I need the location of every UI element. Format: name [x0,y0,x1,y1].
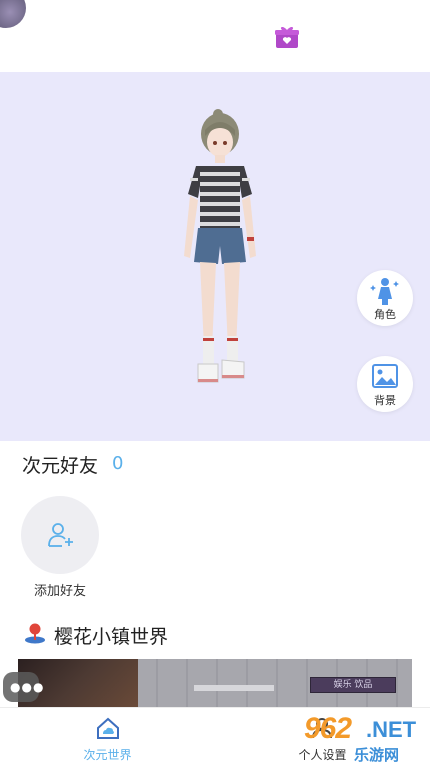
image-icon [372,364,398,388]
add-user-icon [48,523,73,547]
chat-dots: ●●● [10,680,45,694]
background-button[interactable]: 背景 [357,356,413,412]
character-model[interactable] [160,106,280,406]
world-section-title: 樱花小镇世界 [54,626,169,648]
friends-section-title: 次元好友 [22,455,99,477]
top-bar [0,0,430,72]
tab-dimension-world-label: 次元世界 [83,748,132,762]
character-button-label: 角色 [374,308,396,321]
user-avatar[interactable] [0,0,26,28]
avatar-stage[interactable]: 角色 背景 [0,72,430,441]
world-banner[interactable]: 娱乐 饮品 [18,659,412,707]
banner-sign: 娱乐 饮品 [310,677,396,693]
character-button[interactable]: 角色 [357,270,413,326]
background-button-label: 背景 [374,394,396,407]
site-watermark: 962 .NET 乐游网 [292,712,428,764]
watermark-suffix: .NET [366,717,417,742]
add-friend-label: 添加好友 [33,584,86,599]
friends-count: 0 [112,453,124,474]
add-friend-button[interactable] [21,496,99,574]
gift-icon[interactable] [274,24,300,50]
character-figure-icon [370,278,399,305]
watermark-number: 962 [304,712,352,745]
banner-light [194,685,274,691]
watermark-site: 乐游网 [354,746,400,764]
map-pin-icon [25,623,45,644]
home-cloud-icon [97,717,119,739]
chat-bubble-icon[interactable]: ●●● [3,672,43,702]
tab-dimension-world[interactable]: 次元世界 [0,708,215,767]
